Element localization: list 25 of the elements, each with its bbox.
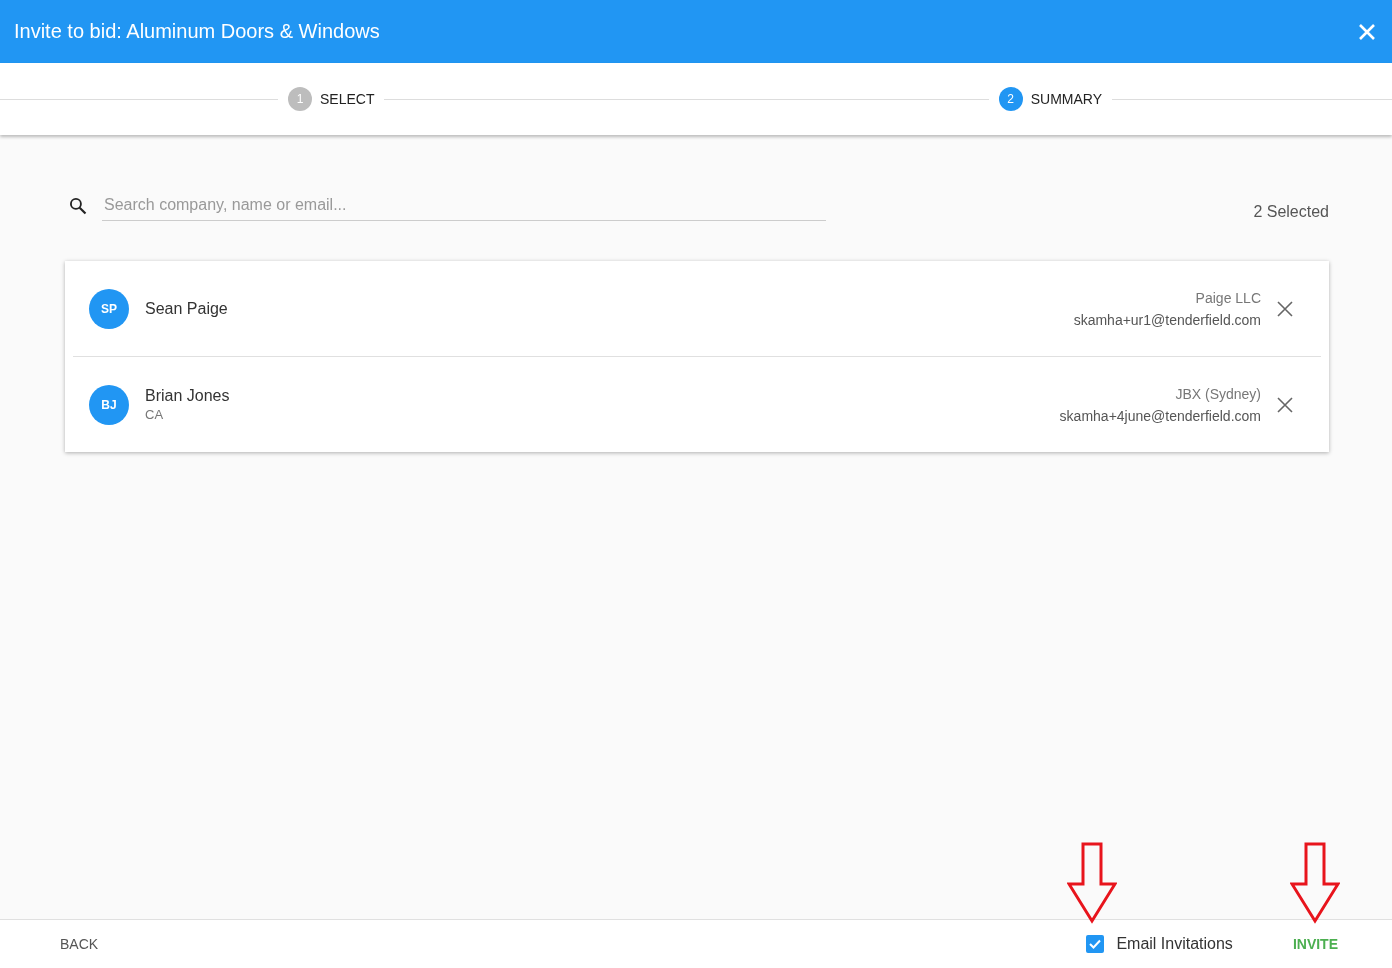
step-number: 2 — [998, 87, 1023, 111]
search-icon — [68, 196, 88, 216]
email-invitations-checkbox[interactable] — [1086, 935, 1105, 953]
dialog-title: Invite to bid: Aluminum Doors & Windows — [14, 20, 381, 43]
invitee-email: skamha+4june@tenderfield.com — [1059, 407, 1261, 424]
close-icon — [1277, 396, 1293, 413]
initials-avatar: SP — [89, 288, 129, 329]
email-invitations-label: Email Invitations — [1116, 935, 1233, 953]
search-field[interactable]: Search company, name or email... — [102, 191, 826, 221]
step-label: SELECT — [320, 91, 375, 107]
company-name: Paige LLC — [1195, 289, 1261, 306]
invitee-name: Sean Paige — [145, 299, 229, 318]
remove-button[interactable] — [1275, 394, 1295, 415]
initials-avatar: BJ — [89, 384, 129, 425]
close-icon — [1277, 300, 1293, 317]
step-number: 1 — [288, 87, 312, 111]
invitee-email: skamha+ur1@tenderfield.com — [1073, 311, 1261, 328]
close-icon — [1358, 22, 1376, 41]
selected-count: 2 Selected — [1253, 203, 1329, 221]
invitee-name: Brian Jones — [145, 387, 231, 405]
back-button[interactable]: BACK — [46, 930, 113, 958]
invitee-location: CA — [145, 407, 165, 422]
remove-button[interactable] — [1275, 298, 1295, 319]
step-label: SUMMARY — [1030, 91, 1102, 107]
company-name: JBX (Sydney) — [1175, 385, 1261, 402]
